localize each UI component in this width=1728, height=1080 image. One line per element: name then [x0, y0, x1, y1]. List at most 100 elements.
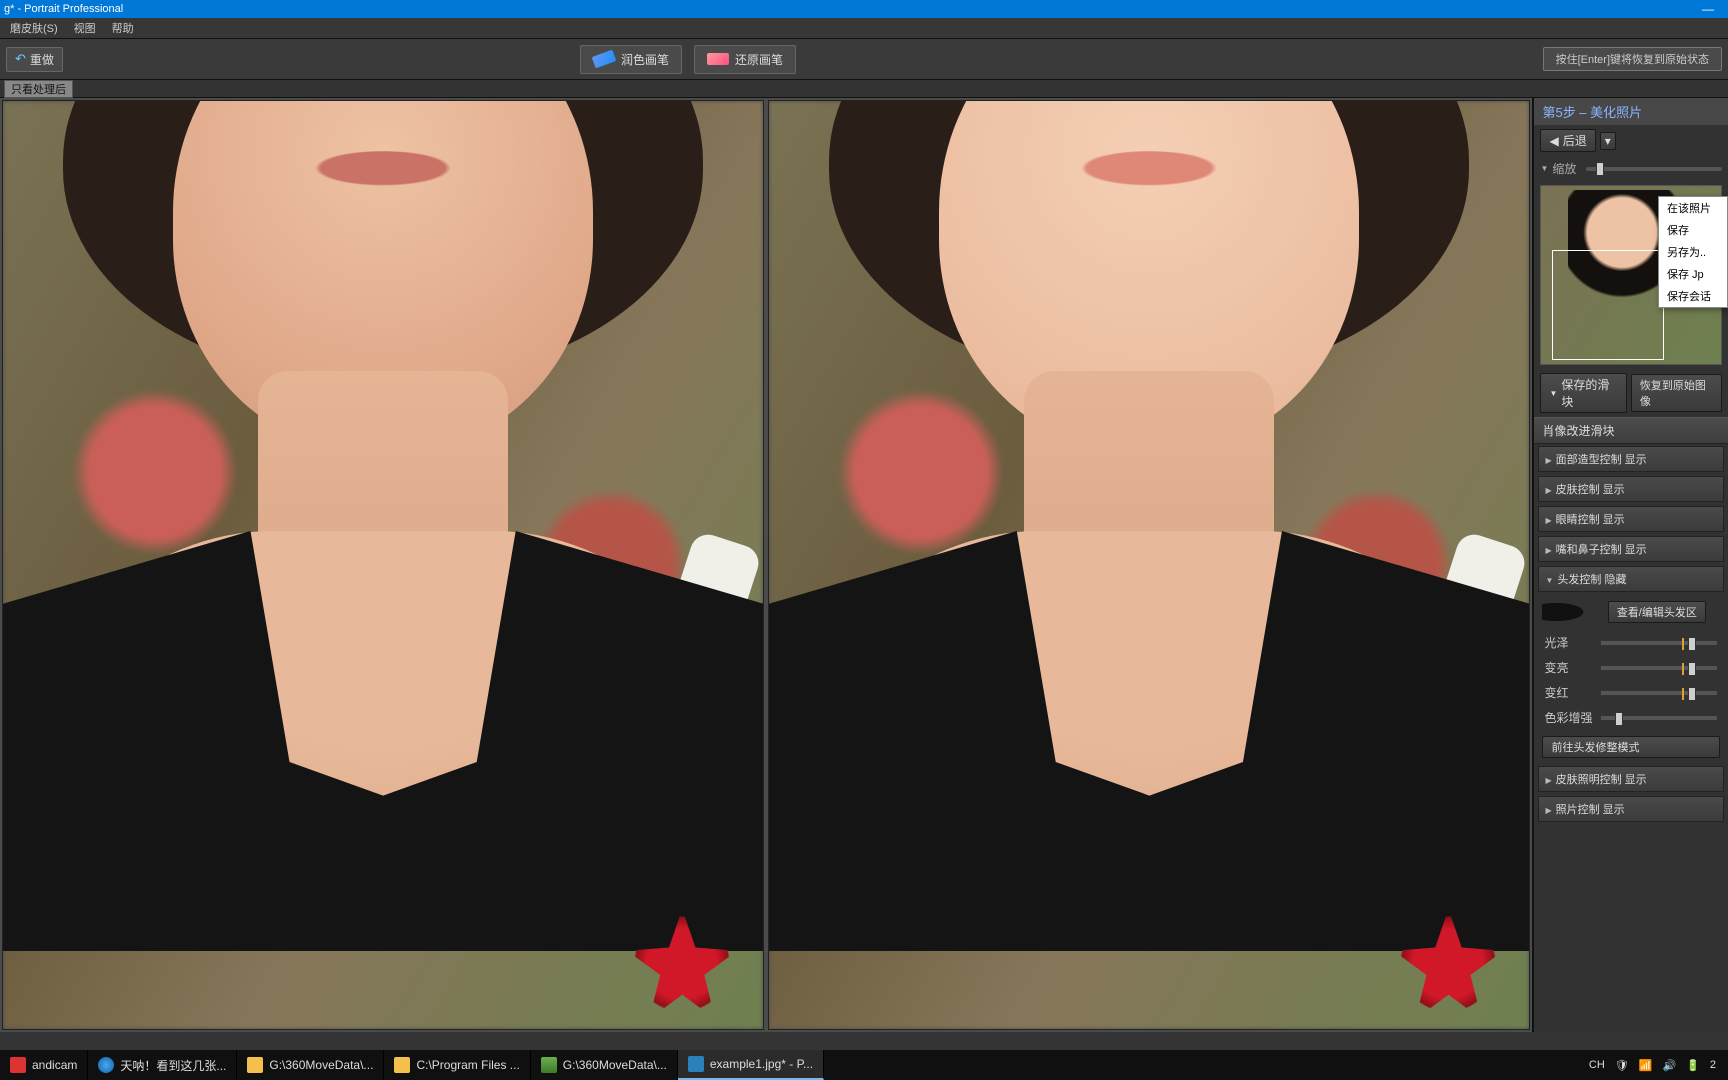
slider-vibrance[interactable] — [1600, 715, 1718, 721]
only-after-toggle[interactable]: 只看处理后 — [4, 80, 73, 98]
taskbar-item-label: 天呐！看到这几张... — [120, 1057, 226, 1074]
taskbar-item-2[interactable]: G:\360MoveData\... — [237, 1050, 384, 1080]
after-image — [769, 101, 1529, 1029]
slider-brighten-knob[interactable] — [1688, 662, 1696, 676]
slider-redden-knob[interactable] — [1688, 687, 1696, 701]
slider-shine-mark — [1682, 638, 1684, 650]
system-tray: CH 🛡 📶 🔊 🔋 2 — [1589, 1059, 1728, 1072]
restore-brush-button[interactable]: 还原画笔 — [694, 45, 796, 74]
taskbar-item-label: C:\Program Files ... — [416, 1058, 519, 1072]
chevron-down-icon: ▾ — [1605, 134, 1611, 148]
tray-volume-icon[interactable]: 🔊 — [1662, 1059, 1676, 1072]
preset-row: ▼ 保存的滑块 恢复到原始图像 — [1534, 369, 1728, 417]
tray-clock[interactable]: 2 — [1710, 1059, 1716, 1071]
eraser-icon — [707, 53, 729, 65]
slider-redden-label: 变红 — [1544, 684, 1600, 701]
zoom-label: 缩放 — [1552, 160, 1576, 177]
before-pane[interactable]: 处理前 — [2, 100, 764, 1030]
slider-brighten-mark — [1682, 663, 1684, 675]
app-icon — [10, 1057, 26, 1073]
slider-vibrance-knob[interactable] — [1615, 712, 1623, 726]
taskbar-item-1[interactable]: 天呐！看到这几张... — [88, 1050, 237, 1080]
hair-silhouette-icon — [1542, 598, 1598, 626]
back-button[interactable]: ◀ 后退 — [1540, 129, 1595, 152]
saved-sliders-button[interactable]: ▼ 保存的滑块 — [1540, 373, 1626, 413]
back-menu-button[interactable]: ▾ — [1600, 132, 1616, 150]
taskbar: andicam 天呐！看到这几张... G:\360MoveData\... C… — [0, 1050, 1728, 1080]
restore-brush-label: 还原画笔 — [735, 51, 783, 68]
window-title: g* - Portrait Professional — [4, 3, 123, 15]
zoom-knob[interactable] — [1596, 162, 1604, 176]
taskbar-item-label: example1.jpg* - P... — [710, 1057, 813, 1071]
window-controls: — — [1688, 2, 1728, 16]
slider-shine-row: 光泽 — [1544, 634, 1718, 651]
menu-help[interactable]: 帮助 — [104, 20, 142, 36]
touchup-brush-label: 润色画笔 — [621, 51, 669, 68]
menu-save-session[interactable]: 保存会话 — [1659, 285, 1727, 307]
slider-brighten-row: 变亮 — [1544, 659, 1718, 676]
touchup-brush-button[interactable]: 润色画笔 — [580, 45, 682, 74]
zoom-slider[interactable] — [1586, 167, 1722, 171]
minimize-button[interactable]: — — [1688, 2, 1728, 16]
redo-button[interactable]: 重做 — [6, 47, 63, 72]
slider-brighten-label: 变亮 — [1544, 659, 1600, 676]
brush-tools: 润色画笔 还原画笔 — [580, 45, 796, 74]
tool-strip: 重做 润色画笔 还原画笔 按住[Enter]键将恢复到原始状态 — [0, 38, 1728, 80]
slider-shine[interactable] — [1600, 640, 1718, 646]
window-titlebar: g* - Portrait Professional — — [0, 0, 1728, 18]
go-hair-mode: 前往头发修整模式 — [1542, 736, 1720, 758]
slider-brighten[interactable] — [1600, 665, 1718, 671]
step-title: 第5步 – 美化照片 — [1534, 98, 1728, 125]
tray-battery-icon[interactable]: 🔋 — [1686, 1059, 1700, 1072]
tray-wifi-icon[interactable]: 📶 — [1639, 1059, 1653, 1072]
hair-edit-row: 查看/编辑头发区 — [1542, 598, 1720, 626]
menu-save-jpg[interactable]: 保存 Jp — [1659, 263, 1727, 285]
group-skin-lighting[interactable]: 皮肤照明控制 显示 — [1538, 766, 1724, 792]
taskbar-item-5[interactable]: example1.jpg* - P... — [678, 1050, 824, 1080]
menu-view[interactable]: 视图 — [66, 20, 104, 36]
slider-redden[interactable] — [1600, 690, 1718, 696]
tray-shield-icon[interactable]: 🛡 — [1615, 1059, 1629, 1072]
ime-indicator[interactable]: CH — [1589, 1059, 1605, 1071]
group-hair[interactable]: 头发控制 隐藏 — [1538, 566, 1724, 592]
folder-icon — [394, 1057, 410, 1073]
zoom-row: ▼ 缩放 — [1534, 156, 1728, 181]
group-eyes[interactable]: 眼睛控制 显示 — [1538, 506, 1724, 532]
brush-icon — [592, 50, 617, 69]
slider-redden-row: 变红 — [1544, 684, 1718, 701]
image-icon — [541, 1057, 557, 1073]
back-label: 后退 — [1563, 132, 1587, 149]
chevron-down-icon[interactable]: ▼ — [1540, 164, 1548, 173]
group-face-shape[interactable]: 面部造型控制 显示 — [1538, 446, 1724, 472]
restore-original-button[interactable]: 恢复到原始图像 — [1631, 374, 1722, 412]
taskbar-item-0[interactable]: andicam — [0, 1050, 88, 1080]
group-mouth-nose[interactable]: 嘴和鼻子控制 显示 — [1538, 536, 1724, 562]
navigator-viewport[interactable] — [1552, 250, 1663, 360]
enter-hint: 按住[Enter]键将恢复到原始状态 — [1543, 47, 1722, 71]
before-image — [3, 101, 763, 1029]
save-context-menu: 在该照片 保存 另存为.. 保存 Jp 保存会话 — [1658, 196, 1728, 308]
taskbar-item-3[interactable]: C:\Program Files ... — [384, 1050, 530, 1080]
menu-skin[interactable]: 磨皮肤(S) — [2, 20, 66, 36]
after-pane[interactable]: 处理后 — [768, 100, 1530, 1030]
menu-bar: 磨皮肤(S) 视图 帮助 — [0, 18, 1728, 38]
side-panel: 第5步 – 美化照片 ◀ 后退 ▾ ▼ 缩放 在该照片 保存 另存为.. 保存 … — [1532, 98, 1728, 1032]
group-skin[interactable]: 皮肤控制 显示 — [1538, 476, 1724, 502]
slider-shine-knob[interactable] — [1688, 637, 1696, 651]
slider-shine-label: 光泽 — [1544, 634, 1600, 651]
browser-icon — [98, 1057, 114, 1073]
menu-save-as[interactable]: 另存为.. — [1659, 241, 1727, 263]
menu-save[interactable]: 保存 — [1659, 219, 1727, 241]
edit-hair-area-button[interactable]: 查看/编辑头发区 — [1608, 601, 1706, 623]
chevron-down-icon: ▼ — [1549, 389, 1557, 398]
taskbar-item-4[interactable]: G:\360MoveData\... — [531, 1050, 678, 1080]
app-icon — [688, 1056, 704, 1072]
sliders-section-header: 肖像改进滑块 — [1534, 417, 1728, 444]
hair-mode-button[interactable]: 前往头发修整模式 — [1542, 736, 1720, 758]
slider-redden-mark — [1682, 688, 1684, 700]
slider-vibrance-row: 色彩增强 — [1544, 709, 1718, 726]
menu-open-in-photo[interactable]: 在该照片 — [1659, 197, 1727, 219]
chevron-left-icon: ◀ — [1549, 134, 1558, 148]
group-photo[interactable]: 照片控制 显示 — [1538, 796, 1724, 822]
folder-icon — [247, 1057, 263, 1073]
